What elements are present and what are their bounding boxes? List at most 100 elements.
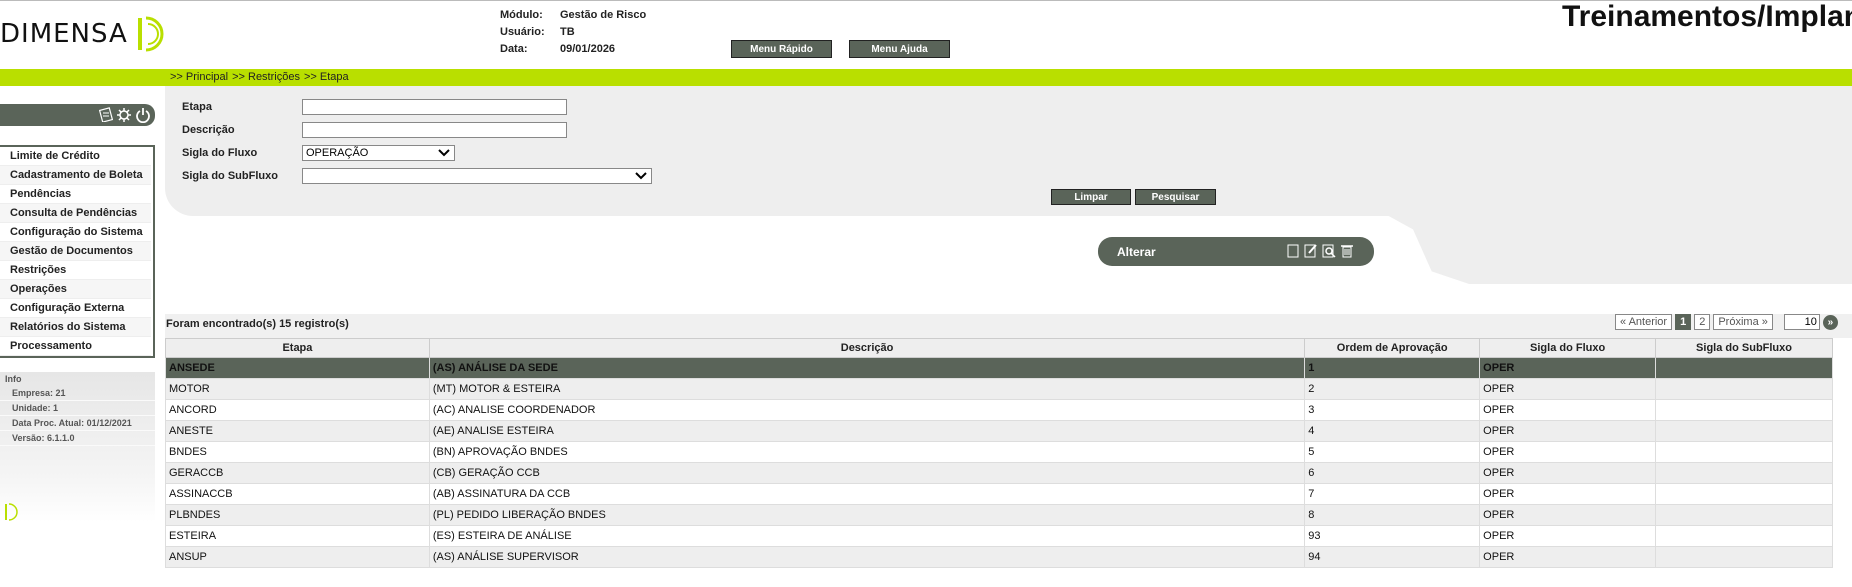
sidebar-item-restricoes[interactable]: Restrições [0, 261, 151, 280]
table-cell [1655, 441, 1833, 463]
sidebar-info: Info Empresa: 21 Unidade: 1 Data Proc. A… [0, 372, 155, 522]
view-icon[interactable] [1322, 243, 1336, 258]
menu-rapido-button[interactable]: Menu Rápido [731, 40, 832, 58]
col-etapa[interactable]: Etapa [165, 338, 430, 358]
table-cell: ANSUP [165, 546, 430, 568]
table-cell: ANCORD [165, 399, 430, 421]
info-data-proc: Data Proc. Atual: 01/12/2021 [0, 416, 155, 431]
logo-text: DIMENSA [0, 19, 128, 49]
data-label: Data: [500, 42, 528, 55]
sidebar-item-pendencias[interactable]: Pendências [0, 185, 151, 204]
table-cell: 4 [1304, 420, 1481, 442]
sidebar-menu: Limite de Crédito Cadastramento de Bolet… [0, 145, 155, 358]
table-cell: (AS) ANÁLISE DA SEDE [428, 357, 1306, 379]
table-cell: PLBNDES [165, 504, 430, 526]
table-cell: OPER [1479, 462, 1657, 484]
col-sigla-fluxo[interactable]: Sigla do Fluxo [1479, 338, 1657, 358]
breadcrumb-restricoes[interactable]: >> Restrições [232, 71, 300, 83]
table-cell: OPER [1479, 420, 1657, 442]
col-descricao[interactable]: Descrição [428, 338, 1306, 358]
gear-icon[interactable] [116, 107, 132, 123]
table-cell: (CB) GERAÇÃO CCB [428, 462, 1306, 484]
col-sigla-subfluxo[interactable]: Sigla do SubFluxo [1655, 338, 1833, 358]
power-icon[interactable] [135, 107, 151, 123]
sidebar-item-relatorios-sistema[interactable]: Relatórios do Sistema [0, 318, 151, 337]
sidebar-item-consulta-pendencias[interactable]: Consulta de Pendências [0, 204, 151, 223]
table-row[interactable]: ASSINACCB (AB) ASSINATURA DA CCB 7 OPER [165, 483, 1833, 505]
table-cell [1655, 546, 1833, 568]
sigla-subfluxo-label: Sigla do SubFluxo [182, 170, 278, 182]
sigla-subfluxo-select[interactable] [302, 168, 652, 184]
table-cell [1655, 483, 1833, 505]
table-cell: GERACCB [165, 462, 430, 484]
pesquisar-button[interactable]: Pesquisar [1135, 189, 1216, 205]
sidebar-item-gestao-documentos[interactable]: Gestão de Documentos [0, 242, 151, 261]
pagination: « Anterior 1 2 Próxima » 10 » [1615, 314, 1838, 330]
calculator-icon[interactable] [99, 107, 113, 122]
table-cell [1655, 378, 1833, 400]
table-row[interactable]: MOTOR (MT) MOTOR & ESTEIRA 2 OPER [165, 378, 1833, 400]
chevron-down-icon [635, 172, 647, 180]
sidebar-item-configuracao-externa[interactable]: Configuração Externa [0, 299, 151, 318]
table-row[interactable]: ANSEDE (AS) ANÁLISE DA SEDE 1 OPER [165, 357, 1833, 379]
table-cell: 2 [1304, 378, 1481, 400]
info-empresa: Empresa: 21 [0, 386, 155, 401]
table-cell: 93 [1304, 525, 1481, 547]
table-cell [1655, 525, 1833, 547]
next-page-button[interactable]: Próxima » [1713, 314, 1773, 330]
table-cell: OPER [1479, 546, 1657, 568]
table-cell [1655, 399, 1833, 421]
sidebar-item-cadastramento-boleta[interactable]: Cadastramento de Boleta [0, 166, 151, 185]
sidebar-item-processamento[interactable]: Processamento [0, 337, 151, 356]
table-cell: (MT) MOTOR & ESTEIRA [428, 378, 1306, 400]
table-row[interactable]: ANSUP (AS) ANÁLISE SUPERVISOR 94 OPER [165, 546, 1833, 568]
sidebar-item-limite-credito[interactable]: Limite de Crédito [0, 147, 151, 166]
page-size-input[interactable]: 10 [1783, 314, 1820, 330]
table-row[interactable]: BNDES (BN) APROVAÇÃO BNDES 5 OPER [165, 441, 1833, 463]
table-cell: ASSINACCB [165, 483, 430, 505]
table-row[interactable]: ANCORD (AC) ANALISE COORDENADOR 3 OPER [165, 399, 1833, 421]
etapa-input[interactable] [302, 99, 567, 115]
breadcrumb-principal[interactable]: >> Principal [170, 71, 228, 83]
col-ordem-aprovacao[interactable]: Ordem de Aprovação [1304, 338, 1481, 358]
page-2-button[interactable]: 2 [1694, 314, 1711, 330]
table-cell: 6 [1304, 462, 1481, 484]
panel-extension [1385, 214, 1852, 284]
results-summary: Foram encontrado(s) 15 registro(s) [166, 318, 349, 330]
table-cell: (PL) PEDIDO LIBERAÇÃO BNDES [428, 504, 1306, 526]
table-cell: OPER [1479, 504, 1657, 526]
page-1-button[interactable]: 1 [1675, 314, 1692, 330]
table-cell: (AB) ASSINATURA DA CCB [428, 483, 1306, 505]
table-cell: ANESTE [165, 420, 430, 442]
header-info: Módulo: Gestão de Risco Usuário: TB Data: 0… [500, 6, 646, 57]
new-icon[interactable] [1286, 243, 1300, 258]
info-versao: Versão: 6.1.1.0 [0, 431, 155, 446]
table-row[interactable]: ANESTE (AE) ANALISE ESTEIRA 4 OPER [165, 420, 1833, 442]
table-cell: (BN) APROVAÇÃO BNDES [428, 441, 1306, 463]
table-cell [1655, 504, 1833, 526]
descricao-input[interactable] [302, 122, 567, 138]
table-cell: (ES) ESTEIRA DE ANÁLISE [428, 525, 1306, 547]
table-cell: ANSEDE [165, 357, 430, 379]
go-button[interactable]: » [1822, 314, 1838, 330]
alterar-label: Alterar [1117, 244, 1156, 259]
breadcrumb-etapa: >> Etapa [303, 71, 349, 83]
table-cell: BNDES [165, 441, 430, 463]
breadcrumb: >> Principal >> Restrições >> Etapa [170, 71, 349, 83]
table-row[interactable]: ESTEIRA (ES) ESTEIRA DE ANÁLISE 93 OPER [165, 525, 1833, 547]
edit-icon[interactable] [1304, 243, 1318, 258]
table-row[interactable]: PLBNDES (PL) PEDIDO LIBERAÇÃO BNDES 8 OPER [165, 504, 1833, 526]
menu-ajuda-button[interactable]: Menu Ajuda [849, 40, 950, 58]
delete-icon[interactable] [1340, 243, 1354, 258]
info-title: Info [5, 374, 22, 384]
table-cell: OPER [1479, 399, 1657, 421]
table-row[interactable]: GERACCB (CB) GERAÇÃO CCB 6 OPER [165, 462, 1833, 484]
sidebar-item-operacoes[interactable]: Operações [0, 280, 151, 299]
limpar-button[interactable]: Limpar [1051, 189, 1131, 205]
prev-page-button[interactable]: « Anterior [1615, 314, 1673, 330]
sigla-fluxo-select[interactable]: OPERAÇÃO [302, 145, 455, 161]
sigla-fluxo-label: Sigla do Fluxo [182, 147, 258, 159]
sidebar-item-configuracao-sistema[interactable]: Configuração do Sistema [0, 223, 151, 242]
results-table: Etapa Descrição Ordem de Aprovação Sigla… [165, 338, 1833, 568]
table-cell: (AC) ANALISE COORDENADOR [428, 399, 1306, 421]
